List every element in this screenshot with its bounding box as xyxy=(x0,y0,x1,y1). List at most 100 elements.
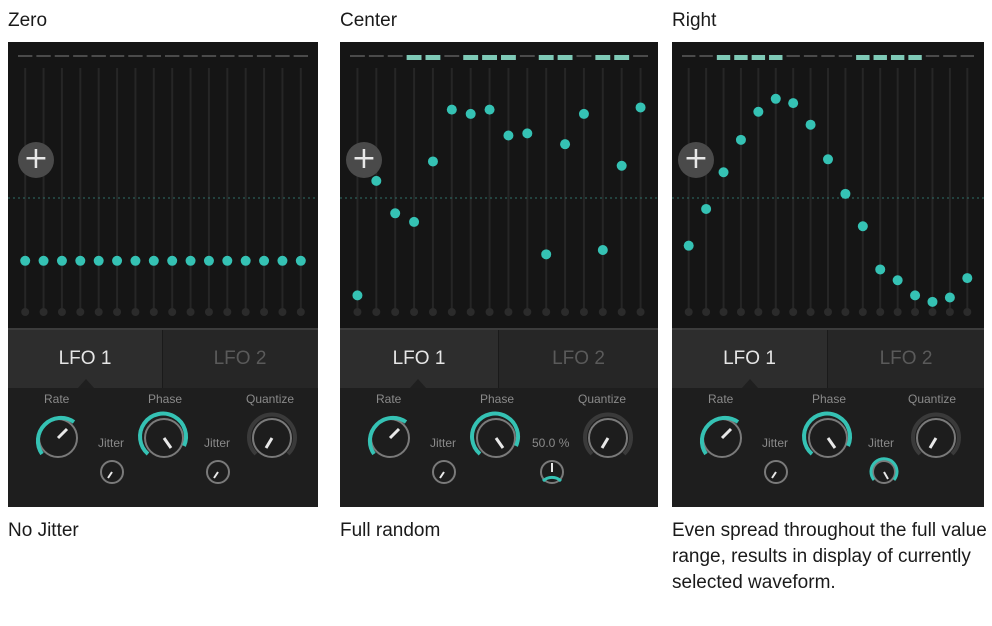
step-indicator xyxy=(943,55,957,57)
step-value-dot xyxy=(701,203,712,214)
quantize-knob[interactable] xyxy=(244,410,300,466)
jitter-knob[interactable] xyxy=(428,456,460,488)
tab-lfo2[interactable]: LFO 2 xyxy=(828,330,984,388)
step-indicator xyxy=(716,55,731,60)
add-icon[interactable]: + xyxy=(678,142,714,178)
step-value-dot xyxy=(38,255,49,266)
step-indicator xyxy=(91,55,106,57)
step-value-dot xyxy=(927,296,938,307)
step-value-dot xyxy=(148,255,159,266)
step-indicator xyxy=(633,55,648,57)
step-value-dot xyxy=(20,255,31,266)
step-indicator xyxy=(595,55,611,60)
jitter-label: Jitter xyxy=(98,436,125,450)
step-value-dot xyxy=(944,292,955,303)
step-value-dot xyxy=(295,255,306,266)
step-base-dot xyxy=(579,308,588,316)
step-indicator xyxy=(463,55,479,60)
step-value-dot xyxy=(446,104,457,115)
step-base-dot xyxy=(76,308,85,316)
step-indicator xyxy=(803,55,818,57)
phase-knob[interactable] xyxy=(136,410,192,466)
step-value-dot xyxy=(130,255,141,266)
step-value-dot xyxy=(616,160,627,171)
jitter-label: Jitter xyxy=(762,436,789,450)
jitter-knob[interactable] xyxy=(96,456,128,488)
step-base-dot xyxy=(928,308,937,316)
step-indicator xyxy=(220,55,235,57)
rate-knob[interactable] xyxy=(694,410,750,466)
step-value-dot xyxy=(805,119,816,130)
jitter-label: Jitter xyxy=(430,436,457,450)
step-indicator xyxy=(146,55,161,57)
step-indicator xyxy=(838,55,853,57)
step-indicator xyxy=(54,55,70,57)
quantize-knob[interactable] xyxy=(908,410,964,466)
step-base-dot xyxy=(963,308,972,316)
tab-lfo2[interactable]: LFO 2 xyxy=(499,330,658,388)
step-indicator xyxy=(699,55,713,57)
lfo-controls: Rate Phase Quantize Jitter Jitter xyxy=(672,388,984,507)
step-base-dot xyxy=(296,308,305,316)
tab-lfo2[interactable]: LFO 2 xyxy=(163,330,317,388)
step-base-dot xyxy=(636,308,645,316)
step-value-dot xyxy=(823,154,833,165)
step-base-dot xyxy=(858,308,867,316)
step-base-dot xyxy=(447,308,456,316)
lfo-screen: + LFO 1 LFO 2 Rate Phase Quantize Jitter… xyxy=(340,42,658,507)
step-indicator xyxy=(576,55,592,57)
step-indicator xyxy=(444,55,460,57)
step-graph[interactable]: + xyxy=(340,42,658,328)
jitter-knob[interactable] xyxy=(536,456,568,488)
step-indicator xyxy=(350,55,365,57)
step-value-dot xyxy=(560,139,571,150)
add-icon[interactable]: + xyxy=(18,142,54,178)
jitter-knob[interactable] xyxy=(868,456,900,488)
jitter-knob[interactable] xyxy=(202,456,234,488)
step-base-dot xyxy=(21,308,30,316)
step-indicator xyxy=(908,55,922,60)
panel-title: Center xyxy=(340,10,398,31)
step-base-dot xyxy=(204,308,213,316)
step-value-dot xyxy=(222,255,233,266)
step-base-dot xyxy=(561,308,570,316)
rate-knob[interactable] xyxy=(362,410,418,466)
step-value-dot xyxy=(857,221,868,232)
step-indicator xyxy=(256,55,272,57)
step-value-dot xyxy=(875,264,886,275)
step-value-dot xyxy=(259,255,270,266)
step-base-dot xyxy=(719,308,728,316)
phase-knob[interactable] xyxy=(468,410,524,466)
jitter-label: Jitter xyxy=(204,436,231,450)
step-value-dot xyxy=(371,175,382,186)
step-indicator xyxy=(856,55,870,60)
step-indicator xyxy=(960,55,974,57)
step-indicator xyxy=(821,55,835,57)
caption: No Jitter xyxy=(8,520,79,541)
step-base-dot xyxy=(131,308,140,316)
step-value-dot xyxy=(484,104,495,115)
step-indicator xyxy=(109,55,125,57)
rate-label: Rate xyxy=(376,392,402,406)
jitter-knob[interactable] xyxy=(760,456,792,488)
add-icon[interactable]: + xyxy=(346,142,382,178)
step-indicator xyxy=(201,55,217,57)
step-indicator xyxy=(406,55,422,60)
step-base-dot xyxy=(523,308,532,316)
lfo-tabs: LFO 1 LFO 2 xyxy=(340,328,658,388)
step-base-dot xyxy=(39,308,48,316)
rate-knob[interactable] xyxy=(30,410,86,466)
step-indicator xyxy=(387,55,403,57)
step-indicator xyxy=(682,55,696,57)
step-graph[interactable]: + xyxy=(8,42,318,328)
phase-knob[interactable] xyxy=(800,410,856,466)
step-base-dot xyxy=(789,308,798,316)
step-indicator xyxy=(165,55,180,57)
step-value-dot xyxy=(75,255,86,266)
step-value-dot xyxy=(503,130,514,141)
step-base-dot xyxy=(223,308,232,316)
step-graph[interactable]: + xyxy=(672,42,984,328)
step-base-dot xyxy=(617,308,626,316)
step-indicator xyxy=(890,55,905,60)
quantize-knob[interactable] xyxy=(580,410,636,466)
